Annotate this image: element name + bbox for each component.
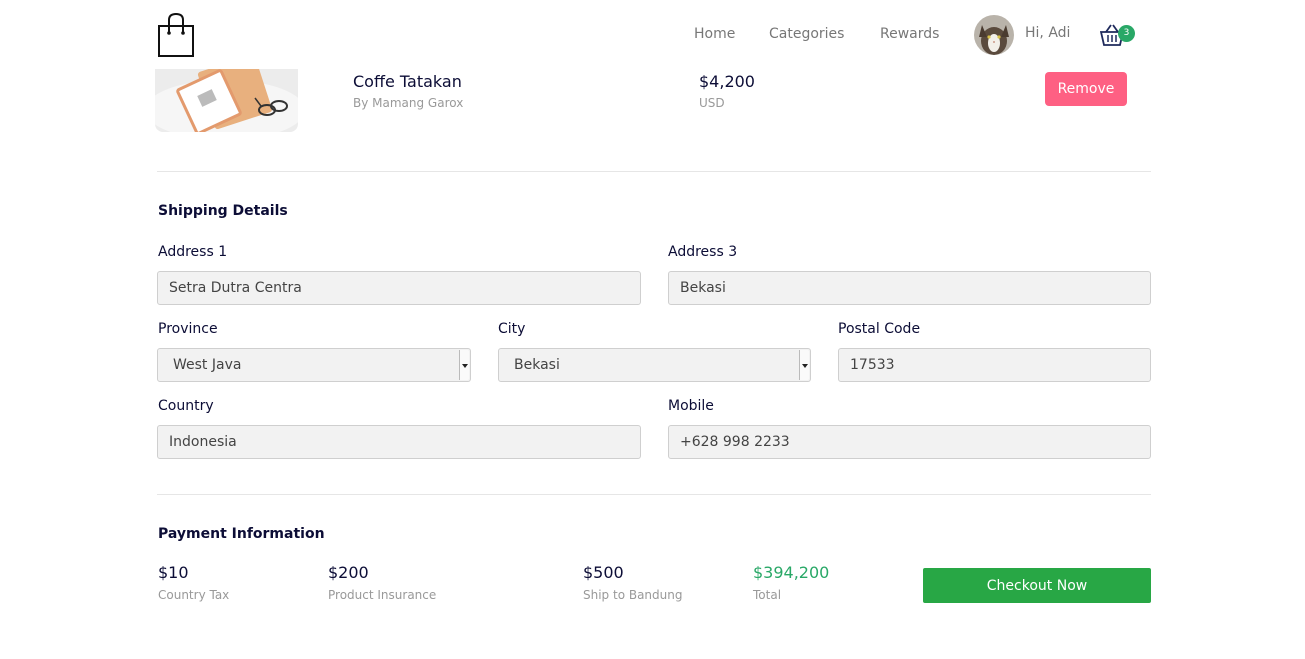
province-select[interactable]: West Java bbox=[157, 348, 471, 382]
shipping-cost-value: $500 bbox=[583, 563, 624, 582]
province-selected-value: West Java bbox=[173, 357, 242, 373]
cart-count-badge: 3 bbox=[1118, 25, 1135, 42]
divider bbox=[157, 494, 1151, 495]
postal-code-label: Postal Code bbox=[838, 321, 921, 337]
remove-button[interactable]: Remove bbox=[1045, 72, 1127, 106]
user-greeting[interactable]: Hi, Adi bbox=[1025, 25, 1070, 41]
province-label: Province bbox=[158, 321, 218, 337]
nav-categories-link[interactable]: Categories bbox=[769, 26, 844, 42]
product-name: Coffe Tatakan bbox=[353, 72, 462, 91]
mobile-label: Mobile bbox=[668, 398, 714, 414]
divider bbox=[157, 171, 1151, 172]
address3-label: Address 3 bbox=[668, 244, 738, 260]
country-label: Country bbox=[158, 398, 214, 414]
avatar[interactable] bbox=[974, 15, 1014, 55]
nav-home-link[interactable]: Home bbox=[694, 26, 735, 42]
country-tax-value: $10 bbox=[158, 563, 189, 582]
city-selected-value: Bekasi bbox=[514, 357, 560, 373]
mobile-input[interactable] bbox=[668, 425, 1151, 459]
country-tax-label: Country Tax bbox=[158, 588, 230, 602]
address3-input[interactable] bbox=[668, 271, 1151, 305]
chevron-down-icon[interactable] bbox=[459, 350, 469, 380]
address1-label: Address 1 bbox=[158, 244, 228, 260]
chevron-down-icon[interactable] bbox=[799, 350, 809, 380]
product-seller: By Mamang Garox bbox=[353, 96, 464, 110]
total-label: Total bbox=[753, 588, 782, 602]
country-input[interactable] bbox=[157, 425, 641, 459]
shipping-cost-label: Ship to Bandung bbox=[583, 588, 683, 602]
navbar: Home Categories Rewards Hi, Adi 3 bbox=[0, 0, 1305, 69]
address1-input[interactable] bbox=[157, 271, 641, 305]
checkout-now-button[interactable]: Checkout Now bbox=[923, 568, 1151, 603]
total-value: $394,200 bbox=[753, 563, 830, 582]
payment-information-heading: Payment Information bbox=[158, 526, 325, 542]
product-insurance-label: Product Insurance bbox=[328, 588, 437, 602]
product-currency: USD bbox=[699, 96, 725, 110]
nav-rewards-link[interactable]: Rewards bbox=[880, 26, 939, 42]
city-select[interactable]: Bekasi bbox=[498, 348, 811, 382]
shopping-bag-logo-icon[interactable] bbox=[157, 12, 195, 58]
product-price: $4,200 bbox=[699, 72, 755, 91]
product-insurance-value: $200 bbox=[328, 563, 369, 582]
postal-code-input[interactable] bbox=[838, 348, 1151, 382]
city-label: City bbox=[498, 321, 526, 337]
shipping-details-heading: Shipping Details bbox=[158, 203, 288, 219]
